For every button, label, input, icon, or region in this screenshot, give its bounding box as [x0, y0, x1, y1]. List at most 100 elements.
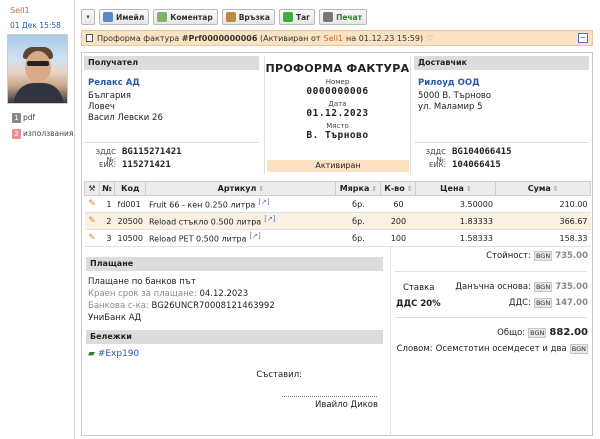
- sort-icon: ⇕: [552, 185, 559, 193]
- printer-icon: [323, 12, 334, 22]
- row-price: 3.50000: [415, 195, 496, 213]
- column-unit[interactable]: Мярка ⇕: [335, 181, 382, 196]
- base-amount: 735.00: [555, 282, 588, 292]
- supplier-name-link[interactable]: Рилоуд ООД: [418, 78, 589, 88]
- folder-icon: ▰: [88, 349, 95, 359]
- doc-type: Проформа фактура: [97, 33, 180, 43]
- collapse-button[interactable]: −: [578, 33, 588, 43]
- recipient-eik: 115271421: [122, 160, 171, 170]
- edit-cell[interactable]: ✎: [84, 195, 100, 213]
- divider: [395, 271, 587, 272]
- signature-block: Съставил: Ивайло Диков: [222, 370, 382, 410]
- link-label: Връзка: [238, 12, 270, 22]
- table-row: ✎ 2 20500 Reload стъкло 0.500 литра [↗] б…: [84, 212, 591, 230]
- base-row: Данъчна основа: BGN 735.00: [455, 282, 588, 292]
- column-sum[interactable]: Сума ⇕: [495, 181, 591, 196]
- number-label: Номер: [325, 78, 350, 86]
- row-article: Reload стъкло 0.500 литра [↗]: [145, 212, 336, 230]
- row-code: 10500: [114, 229, 146, 247]
- avatar-torso: [14, 83, 63, 103]
- menu-dropdown-button[interactable]: ▾: [81, 9, 95, 25]
- row-unit: бр.: [335, 212, 381, 230]
- edit-cell[interactable]: ✎: [84, 212, 100, 230]
- column-num[interactable]: №: [99, 181, 115, 196]
- row-num: 1: [99, 195, 115, 213]
- value-row: Стойност: BGN 735.00: [486, 251, 588, 261]
- iban: BG26UNCR70008121463992: [151, 301, 275, 311]
- row-qty: 200: [380, 212, 416, 230]
- pencil-icon[interactable]: ✎: [88, 216, 96, 226]
- pencil-icon[interactable]: ✎: [88, 199, 96, 209]
- author-link[interactable]: Sell1: [10, 6, 30, 15]
- activated-on: на 01.12.23 15:59): [346, 33, 424, 43]
- recipient-country: България: [88, 91, 131, 101]
- article-name: Reload PET 0.500 литра: [148, 234, 247, 244]
- link-icon: [225, 12, 236, 22]
- external-link-icon[interactable]: [↗]: [249, 232, 260, 240]
- document-title: ПРОФОРМА ФАКТУРА: [265, 62, 410, 75]
- total-amount: 882.00: [549, 327, 588, 338]
- avatar-head: [25, 51, 51, 83]
- due-date: 04.12.2023: [199, 289, 249, 299]
- row-unit: бр.: [335, 229, 381, 247]
- external-link-icon[interactable]: [↗]: [258, 198, 269, 206]
- pencil-icon[interactable]: ✎: [88, 233, 96, 243]
- payment-details: Плащане по банков път Краен срок за плащ…: [88, 276, 384, 324]
- recipient-header: Получател: [84, 56, 259, 70]
- document-date: 01.12.2023: [306, 108, 369, 119]
- sidebar: Sell1 01 Дек 15:58 1 pdf 2 използвания: [0, 0, 75, 439]
- tag-button[interactable]: Таг: [278, 9, 316, 25]
- activated-text: (Активиран от: [259, 33, 321, 43]
- column-article-label: Артикул: [217, 184, 257, 193]
- column-code[interactable]: Код: [113, 181, 147, 196]
- comment-button[interactable]: Коментар: [153, 9, 218, 25]
- sort-icon: ⇕: [258, 185, 265, 193]
- column-qty-label: К-во: [384, 184, 405, 193]
- words-row: Словом: Осемстотин осемдесет и два BGN: [397, 344, 588, 354]
- due-label: Краен срок за плащане:: [88, 289, 197, 299]
- bank-name: УниБанк АД: [88, 313, 142, 323]
- column-price[interactable]: Цена ⇕: [415, 181, 497, 196]
- total-row: Общо: BGN 882.00: [497, 327, 588, 338]
- activated-by-link[interactable]: Sell1: [324, 34, 344, 43]
- column-code-label: Код: [120, 184, 140, 193]
- signature-label: Съставил:: [256, 370, 302, 380]
- supplier-eik: 104066415: [452, 160, 501, 170]
- comment-icon: [157, 12, 168, 22]
- payment-due: Краен срок за плащане: 04.12.2023: [88, 288, 384, 300]
- column-article[interactable]: Артикул ⇕: [145, 181, 337, 196]
- row-sum: 366.67: [495, 212, 591, 230]
- recipient-city: Ловеч: [88, 102, 115, 112]
- signature-line: [282, 396, 377, 397]
- supplier-address: ул. Маламир 5: [418, 102, 483, 112]
- row-sum: 210.00: [495, 195, 591, 213]
- attachment-usages[interactable]: 2 използвания: [12, 129, 73, 139]
- table-row: ✎ 3 10500 Reload PET 0.500 литра [↗] бр. …: [84, 229, 591, 247]
- payment-notes-block: Плащане Плащане по банков път Краен срок…: [84, 257, 384, 359]
- link-button[interactable]: Връзка: [221, 9, 275, 25]
- edit-cell[interactable]: ✎: [84, 229, 100, 247]
- column-price-label: Цена: [440, 184, 464, 193]
- favorite-heart-icon[interactable]: ♡: [426, 34, 433, 43]
- email-button[interactable]: Имейл: [99, 9, 150, 25]
- notes-tag[interactable]: ▰ #Exp190: [88, 349, 384, 359]
- avatar-glasses: [27, 61, 49, 66]
- date-label: Дата: [328, 100, 347, 108]
- document-header-block: ПРОФОРМА ФАКТУРА Номер 0000000006 Дата 0…: [264, 56, 411, 174]
- currency-badge: BGN: [569, 344, 588, 354]
- payment-bank-account: Банкова с-ка: BG26UNCR70008121463992: [88, 300, 384, 312]
- column-qty[interactable]: К-во ⇕: [380, 181, 417, 196]
- recipient-name-link[interactable]: Релакс АД: [88, 78, 259, 88]
- recipient-ids: ЗДДС №: BG115271421 ЕИК: 115271421: [84, 142, 259, 173]
- vat-row: ДДС: BGN 147.00: [509, 298, 588, 308]
- usage-label: използвания: [23, 129, 74, 138]
- external-link-icon[interactable]: [↗]: [264, 215, 275, 223]
- print-button[interactable]: Печат: [319, 9, 367, 25]
- chevron-down-icon: ▾: [86, 13, 90, 21]
- row-price: 1.83333: [415, 212, 496, 230]
- value-label: Стойност:: [486, 251, 531, 261]
- article-name: Fruit 66 - кен 0.250 литра: [148, 200, 256, 210]
- attachment-pdf[interactable]: 1 pdf: [12, 113, 35, 123]
- row-price: 1.58333: [415, 229, 496, 247]
- row-article: Reload PET 0.500 литра [↗]: [145, 229, 336, 247]
